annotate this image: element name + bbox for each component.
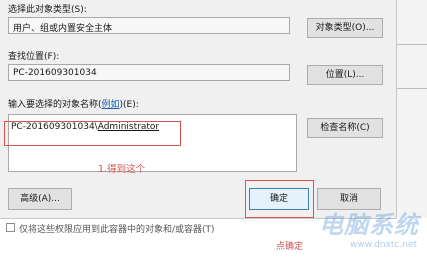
object-type-label: 选择此对象类型(S):	[8, 5, 87, 15]
locations-button[interactable]: 位置(L)...	[307, 65, 383, 85]
location-label: 查找位置(F):	[8, 52, 60, 62]
step1-annotation: 1.得到这个	[98, 164, 146, 175]
background-window-edge	[397, 0, 427, 218]
ok-button[interactable]: 确定	[249, 188, 309, 210]
watermark-logo: 电脑系统	[319, 211, 419, 239]
inherit-checkbox-label: 仅将这些权限应用到此容器中的对象和/或容器(T)	[19, 225, 215, 235]
location-field: PC-201609301034	[8, 64, 290, 81]
object-types-button[interactable]: 对象类型(O)...	[307, 18, 383, 38]
background-divider	[397, 88, 427, 89]
background-divider	[397, 44, 427, 45]
object-type-field: 用户、组或内置安全主体	[8, 17, 290, 34]
object-names-label-suffix: )(E):	[119, 100, 139, 110]
step2-annotation: 点确定	[276, 242, 304, 252]
inherit-checkbox[interactable]	[6, 223, 15, 232]
examples-link[interactable]: 例如	[102, 100, 120, 110]
advanced-button[interactable]: 高级(A)...	[8, 188, 72, 210]
watermark-url: www.dnxtc.net	[350, 240, 417, 250]
object-names-label: 输入要选择的对象名称(例如)(E):	[8, 97, 139, 110]
object-names-label-prefix: 输入要选择的对象名称(	[8, 100, 102, 110]
name-highlight-box	[4, 121, 181, 146]
check-names-button[interactable]: 检查名称(C)	[307, 118, 383, 138]
select-users-dialog: 选择此对象类型(S): 用户、组或内置安全主体 对象类型(O)... 查找位置(…	[0, 0, 397, 219]
